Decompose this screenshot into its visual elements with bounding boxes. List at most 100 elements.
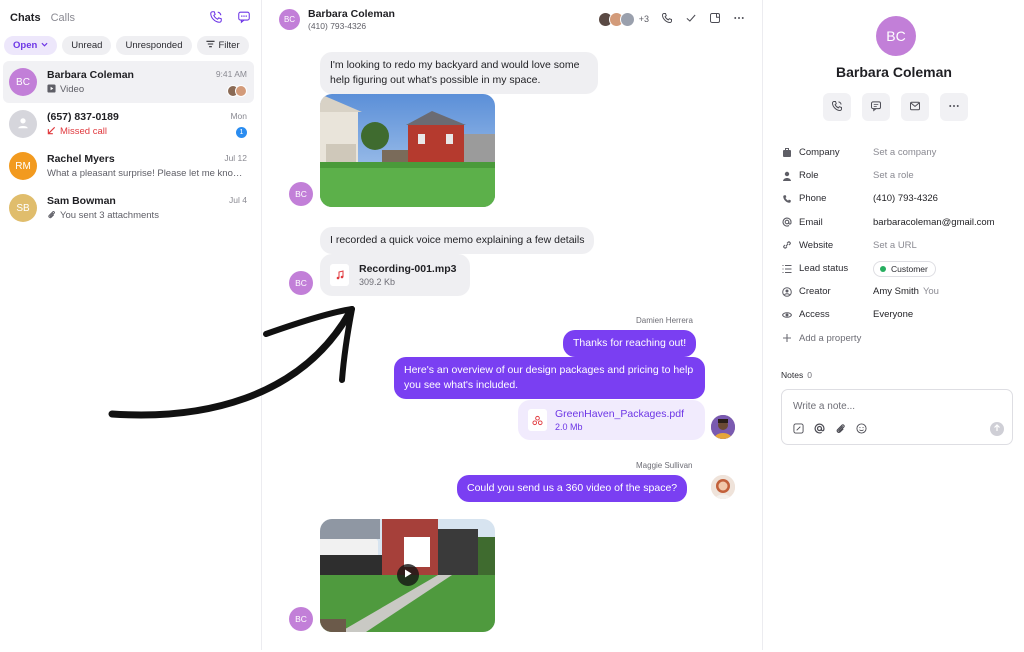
list-icon <box>781 264 793 274</box>
property-value: Amy Smith <box>873 286 919 298</box>
property-value[interactable]: Set a company <box>873 147 936 158</box>
play-button[interactable] <box>397 564 419 586</box>
chat-time: Mon <box>230 111 247 121</box>
file-name: GreenHaven_Packages.pdf <box>555 408 684 420</box>
contact-properties: Company Set a company Role Set a role Ph… <box>781 141 1021 350</box>
property-value[interactable]: (410) 793-4326 <box>873 193 938 204</box>
backyard-photo[interactable] <box>320 94 495 207</box>
avatar <box>619 11 635 27</box>
chat-item-rachel-myers[interactable]: RM Rachel Myers What a pleasant surprise… <box>3 145 254 187</box>
emoji-icon[interactable] <box>856 423 867 437</box>
sender-name: Maggie Sullivan <box>636 461 693 470</box>
more-icon[interactable] <box>733 12 745 27</box>
chat-preview-text: What a pleasant surprise! Please let me … <box>47 168 248 179</box>
property-value[interactable]: Everyone <box>873 309 913 320</box>
note-input[interactable]: Write a note... <box>781 389 1013 445</box>
mention-icon[interactable] <box>814 423 825 437</box>
notes-count: 0 <box>807 370 812 380</box>
arrow-up-icon <box>993 423 1001 435</box>
avatar: SB <box>9 194 37 222</box>
person-icon <box>781 171 793 181</box>
chat-preview: Missed call <box>47 126 248 138</box>
phone-icon <box>831 100 843 115</box>
property-role[interactable]: Role Set a role <box>781 164 1021 187</box>
property-lead-status[interactable]: Lead status Customer <box>781 257 1021 280</box>
chat-item-sam-bowman[interactable]: SB Sam Bowman You sent 3 attachments Jul… <box>3 187 254 229</box>
property-label: Company <box>799 147 840 159</box>
property-access[interactable]: Access Everyone <box>781 303 1021 326</box>
avatar <box>711 415 735 439</box>
property-value[interactable]: barbaracoleman@gmail.com <box>873 217 995 228</box>
person-icon <box>16 116 30 133</box>
chat-item-barbara-coleman[interactable]: BC Barbara Coleman Video 9:41 AM <box>3 61 254 103</box>
property-value-suffix: You <box>922 286 939 298</box>
unread-count: 1 <box>236 127 247 138</box>
property-label: Website <box>799 239 834 251</box>
avatar: BC <box>289 271 313 295</box>
chat-time: Jul 12 <box>224 153 247 163</box>
building-icon <box>781 147 793 158</box>
property-company[interactable]: Company Set a company <box>781 141 1021 164</box>
chat-item-unknown-number[interactable]: (657) 837-0189 Missed call Mon 1 <box>3 103 254 145</box>
property-label: Lead status <box>799 263 849 275</box>
outgoing-message: Could you send us a 360 video of the spa… <box>457 475 688 502</box>
pdf-file-icon <box>528 409 547 431</box>
avatar <box>9 110 37 138</box>
message-icon <box>870 100 882 115</box>
chat-preview: You sent 3 attachments <box>47 210 248 222</box>
mail-icon <box>909 100 921 115</box>
filter-open-dropdown[interactable]: Open <box>4 36 58 55</box>
filter-icon <box>205 40 215 51</box>
chat-filters: Open Unread Unresponded Filter <box>0 36 261 58</box>
property-label: Email <box>799 216 823 228</box>
chat-name: Rachel Myers <box>47 153 115 165</box>
avatar <box>235 85 247 97</box>
property-value[interactable]: Set a role <box>873 170 914 181</box>
property-label: Access <box>799 309 830 321</box>
chat-preview: Video <box>47 83 248 96</box>
edit-icon[interactable] <box>793 423 804 437</box>
new-call-icon[interactable] <box>209 10 223 27</box>
participants[interactable]: +3 <box>597 11 649 27</box>
filter-button[interactable]: Filter <box>196 36 249 55</box>
chat-name: Sam Bowman <box>47 194 116 207</box>
message-button[interactable] <box>862 93 890 121</box>
pdf-attachment[interactable]: GreenHaven_Packages.pdf 2.0 Mb <box>518 400 705 440</box>
sender-name: Damien Herrera <box>636 316 693 325</box>
attachment-icon <box>47 210 56 222</box>
panel-toggle-icon[interactable] <box>709 12 721 27</box>
more-actions-button[interactable] <box>940 93 968 121</box>
note-placeholder: Write a note... <box>793 401 856 412</box>
attachment-icon[interactable] <box>835 423 846 437</box>
avatar: BC <box>9 68 37 96</box>
property-email[interactable]: Email barbaracoleman@gmail.com <box>781 211 1021 234</box>
incoming-message: I recorded a quick voice memo explaining… <box>320 227 595 254</box>
add-property-button[interactable]: Add a property <box>781 327 1021 350</box>
notes-header: Notes 0 <box>781 370 812 380</box>
video-thumbnail[interactable] <box>320 519 495 632</box>
chat-name: (657) 837-0189 <box>47 110 119 123</box>
user-circle-icon <box>781 286 793 297</box>
phone-icon <box>781 194 793 204</box>
check-icon[interactable] <box>685 12 697 27</box>
tab-calls[interactable]: Calls <box>51 12 75 24</box>
audio-attachment[interactable]: Recording-001.mp3 309.2 Kb <box>320 254 470 296</box>
email-button[interactable] <box>901 93 929 121</box>
filter-unread[interactable]: Unread <box>62 36 112 55</box>
property-value[interactable]: Set a URL <box>873 240 917 251</box>
call-button[interactable] <box>823 93 851 121</box>
tab-chats[interactable]: Chats <box>10 12 41 24</box>
avatar: BC <box>289 607 313 631</box>
filter-unresponded[interactable]: Unresponded <box>116 36 192 55</box>
chat-preview-text: Missed call <box>60 126 107 137</box>
participants-more: +3 <box>638 14 649 24</box>
new-message-icon[interactable] <box>237 10 251 27</box>
call-icon[interactable] <box>661 12 673 27</box>
property-phone[interactable]: Phone (410) 793-4326 <box>781 187 1021 210</box>
property-label: Role <box>799 170 819 182</box>
property-website[interactable]: Website Set a URL <box>781 234 1021 257</box>
send-note-button[interactable] <box>990 422 1004 436</box>
lead-status-pill[interactable]: Customer <box>873 260 936 277</box>
avatar: BC <box>289 182 313 206</box>
conversation-title[interactable]: Barbara Coleman <box>308 8 395 20</box>
